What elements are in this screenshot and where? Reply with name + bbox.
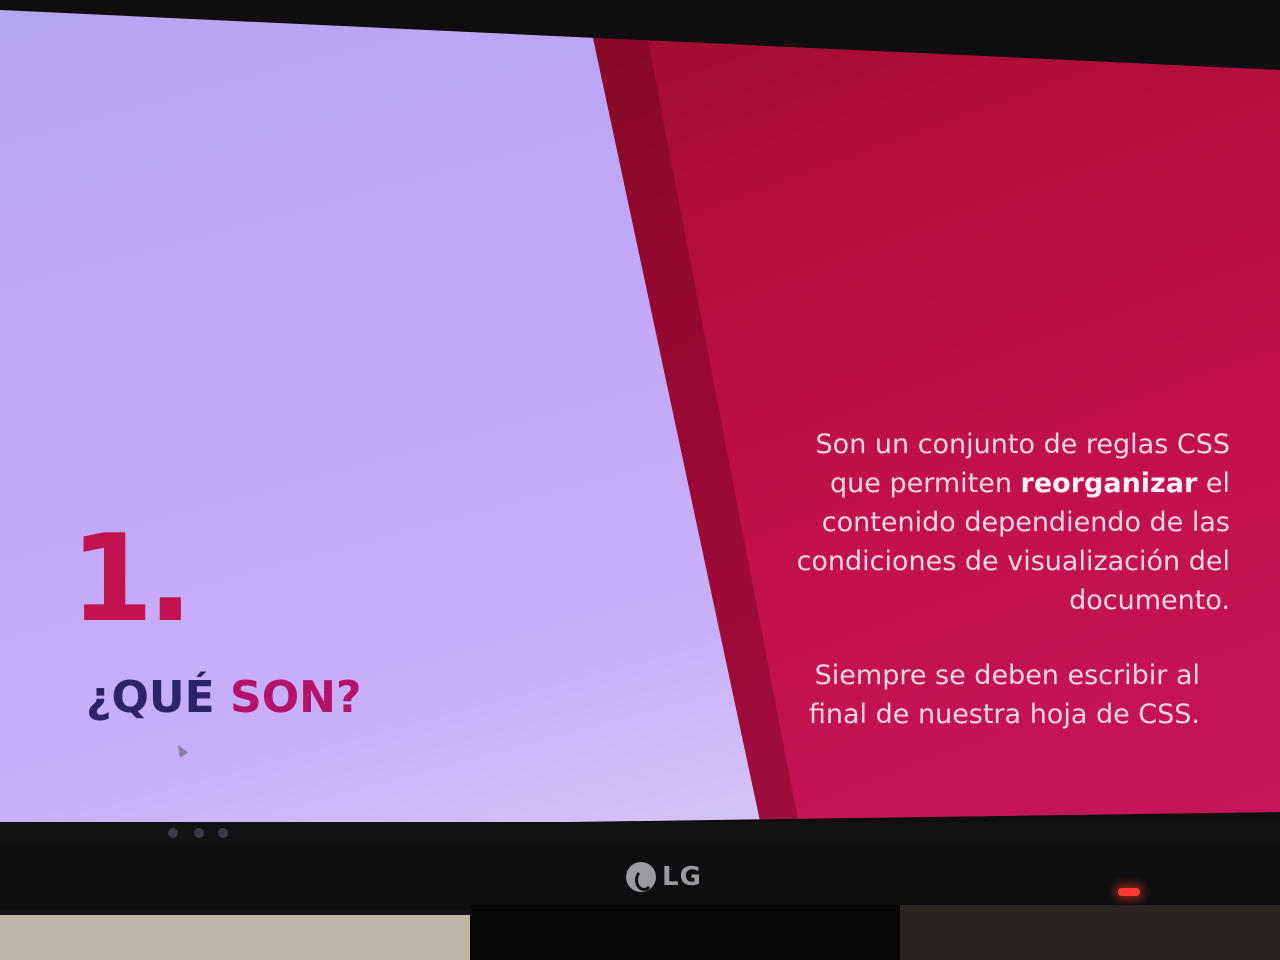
taskbar-strip — [0, 822, 1280, 844]
desk-surface-left — [0, 915, 470, 960]
monitor-stand — [470, 905, 900, 960]
slide-number: 1. — [70, 510, 193, 649]
taskbar-screen-icon — [194, 828, 204, 838]
taskbar-gear-icon — [218, 828, 228, 838]
slide-body: Son un conjunto de reglas CSS que permit… — [780, 425, 1260, 734]
photo-scene: 1. ¿QUÉ SON? Son un conjunto de reglas C… — [0, 0, 1280, 960]
heading-question-part: ¿QUÉ — [86, 672, 231, 723]
monitor-screen: 1. ¿QUÉ SON? Son un conjunto de reglas C… — [0, 10, 1280, 830]
desk-surface-right — [900, 905, 1280, 960]
slide-heading: ¿QUÉ SON? — [86, 676, 361, 720]
brand-label: LG — [662, 862, 702, 892]
power-led-icon — [1118, 888, 1140, 896]
paragraph-1-emphasis: reorganizar — [1020, 468, 1198, 499]
heading-accent-part: SON? — [230, 672, 362, 723]
slide-paragraph-2: Siempre se deben escribir al final de nu… — [808, 660, 1200, 730]
monitor-logo: LG — [626, 862, 702, 892]
lg-face-icon — [626, 862, 656, 892]
slide-paragraph-1: Son un conjunto de reglas CSS que permit… — [780, 425, 1260, 620]
taskbar-lightning-icon — [168, 828, 178, 838]
